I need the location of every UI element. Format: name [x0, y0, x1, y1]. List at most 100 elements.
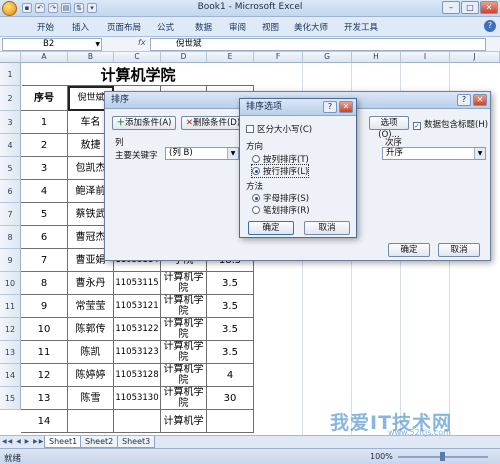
table-cell[interactable] — [68, 410, 114, 433]
table-cell[interactable]: 4 — [207, 364, 254, 387]
table-cell[interactable] — [114, 410, 161, 433]
help-icon[interactable]: ? — [323, 101, 337, 113]
table-cell[interactable]: 计算机学院 — [161, 341, 207, 364]
table-cell[interactable]: 12 — [21, 364, 68, 387]
row-header[interactable]: 3 — [0, 111, 21, 134]
table-cell[interactable]: 11053121 — [114, 295, 161, 318]
row-header[interactable]: 4 — [0, 134, 21, 157]
table-cell[interactable]: 13 — [21, 387, 68, 410]
tab-review[interactable]: 审阅 — [229, 21, 246, 33]
table-cell[interactable]: 计算机学院 — [161, 272, 207, 295]
delete-level-button[interactable]: ✕删除条件(D) — [181, 116, 245, 130]
tab-insert[interactable]: 插入 — [72, 21, 89, 33]
sort-by-row-radio[interactable]: 按行排序(L) — [250, 164, 310, 178]
table-cell[interactable]: 11053115 — [114, 272, 161, 295]
sheet-tab-2[interactable]: Sheet2 — [80, 436, 119, 448]
options-cancel-button[interactable]: 取消 — [304, 221, 350, 235]
table-cell[interactable]: 11053130 — [114, 387, 161, 410]
column-header[interactable]: A — [21, 52, 68, 63]
tab-view[interactable]: 视图 — [262, 21, 279, 33]
table-cell[interactable]: 4 — [21, 180, 68, 203]
table-cell[interactable]: 陈郭传 — [68, 318, 114, 341]
row-header[interactable]: 1 — [0, 63, 21, 86]
function-icon[interactable]: fx — [138, 38, 146, 47]
column-header[interactable]: B — [68, 52, 114, 63]
cancel-button[interactable]: 取消 — [438, 243, 480, 257]
table-cell[interactable]: 30 — [207, 387, 254, 410]
table-cell[interactable] — [207, 410, 254, 433]
close-button[interactable]: ✕ — [480, 1, 498, 14]
row-header[interactable]: 10 — [0, 272, 21, 295]
sheet-tab-1[interactable]: Sheet1 — [44, 436, 83, 448]
formula-input[interactable]: 倪世斌 — [150, 38, 486, 51]
column-header[interactable]: J — [450, 52, 500, 63]
chevron-down-icon[interactable]: ▼ — [474, 148, 485, 159]
column-header[interactable]: D — [161, 52, 207, 63]
row-header[interactable]: 11 — [0, 295, 21, 318]
close-icon[interactable]: ✕ — [339, 101, 353, 113]
minimize-button[interactable]: – — [442, 1, 460, 14]
row-header[interactable]: 8 — [0, 226, 21, 249]
header-cell[interactable]: 序号 — [21, 86, 68, 111]
case-sensitive-checkbox[interactable]: 区分大小写(C) — [246, 123, 312, 135]
table-cell[interactable]: 14 — [21, 410, 68, 433]
table-cell[interactable]: 3.5 — [207, 272, 254, 295]
options-button[interactable]: 选项(O)... — [369, 116, 409, 140]
row-header[interactable]: 2 — [0, 86, 21, 111]
table-cell[interactable]: 8 — [21, 272, 68, 295]
table-cell[interactable]: 3.5 — [207, 318, 254, 341]
sheet-nav-icons[interactable]: ◀◀ ◀ ▶ ▶▶ — [2, 438, 44, 445]
name-box[interactable]: B2 ▼ — [2, 38, 102, 51]
table-cell[interactable]: 5 — [21, 203, 68, 226]
table-cell[interactable]: 常莹莹 — [68, 295, 114, 318]
chevron-down-icon[interactable]: ▼ — [227, 148, 238, 159]
primary-key-select[interactable]: (列 B) ▼ — [165, 147, 239, 160]
row-header[interactable]: 6 — [0, 180, 21, 203]
select-all-corner[interactable] — [0, 52, 21, 63]
table-cell[interactable]: 11053128 — [114, 364, 161, 387]
tab-data[interactable]: 数据 — [195, 21, 212, 33]
column-header[interactable]: E — [207, 52, 254, 63]
table-cell[interactable]: 计算机学 — [161, 410, 207, 433]
tab-developer[interactable]: 开发工具 — [344, 21, 378, 33]
table-cell[interactable]: 10 — [21, 318, 68, 341]
column-header[interactable]: H — [352, 52, 401, 63]
has-header-checkbox[interactable]: ✓ 数据包含标题(H) — [413, 118, 488, 130]
letter-sort-radio[interactable]: 字母排序(S) — [252, 192, 309, 204]
table-cell[interactable]: 11 — [21, 341, 68, 364]
row-header[interactable]: 12 — [0, 318, 21, 341]
row-header[interactable]: 14 — [0, 364, 21, 387]
zoom-slider-knob[interactable] — [440, 452, 445, 461]
row-header[interactable]: 9 — [0, 249, 21, 272]
table-cell[interactable]: 7 — [21, 249, 68, 272]
order-select[interactable]: 升序 ▼ — [382, 147, 486, 160]
sheet-tab-3[interactable]: Sheet3 — [117, 436, 156, 448]
row-header[interactable]: 7 — [0, 203, 21, 226]
restore-button[interactable]: □ — [461, 1, 479, 14]
close-icon[interactable]: ✕ — [473, 94, 487, 106]
table-cell[interactable]: 计算机学院 — [161, 364, 207, 387]
table-cell[interactable]: 计算机学院 — [161, 387, 207, 410]
stroke-sort-radio[interactable]: 笔划排序(R) — [252, 204, 310, 216]
table-cell[interactable]: 11053123 — [114, 341, 161, 364]
table-cell[interactable]: 计算机学院 — [161, 295, 207, 318]
tab-formulas[interactable]: 公式 — [157, 21, 174, 33]
table-cell[interactable]: 曹永丹 — [68, 272, 114, 295]
table-cell[interactable]: 9 — [21, 295, 68, 318]
add-level-button[interactable]: ＋添加条件(A) — [112, 116, 176, 130]
table-cell[interactable]: 1 — [21, 111, 68, 134]
table-cell[interactable]: 3.5 — [207, 295, 254, 318]
table-cell[interactable]: 3.5 — [207, 341, 254, 364]
row-header[interactable]: 5 — [0, 157, 21, 180]
row-header[interactable]: 13 — [0, 341, 21, 364]
sort-by-column-radio[interactable]: 按列排序(T) — [252, 153, 309, 165]
options-ok-button[interactable]: 确定 — [248, 221, 294, 235]
column-header[interactable]: C — [114, 52, 161, 63]
ok-button[interactable]: 确定 — [388, 243, 430, 257]
help-icon[interactable]: ? — [457, 94, 471, 106]
table-cell[interactable]: 3 — [21, 157, 68, 180]
tab-page-layout[interactable]: 页面布局 — [107, 21, 141, 33]
table-cell[interactable]: 11053122 — [114, 318, 161, 341]
zoom-level[interactable]: 100% — [370, 452, 393, 461]
tab-beautify[interactable]: 美化大师 — [294, 21, 328, 33]
